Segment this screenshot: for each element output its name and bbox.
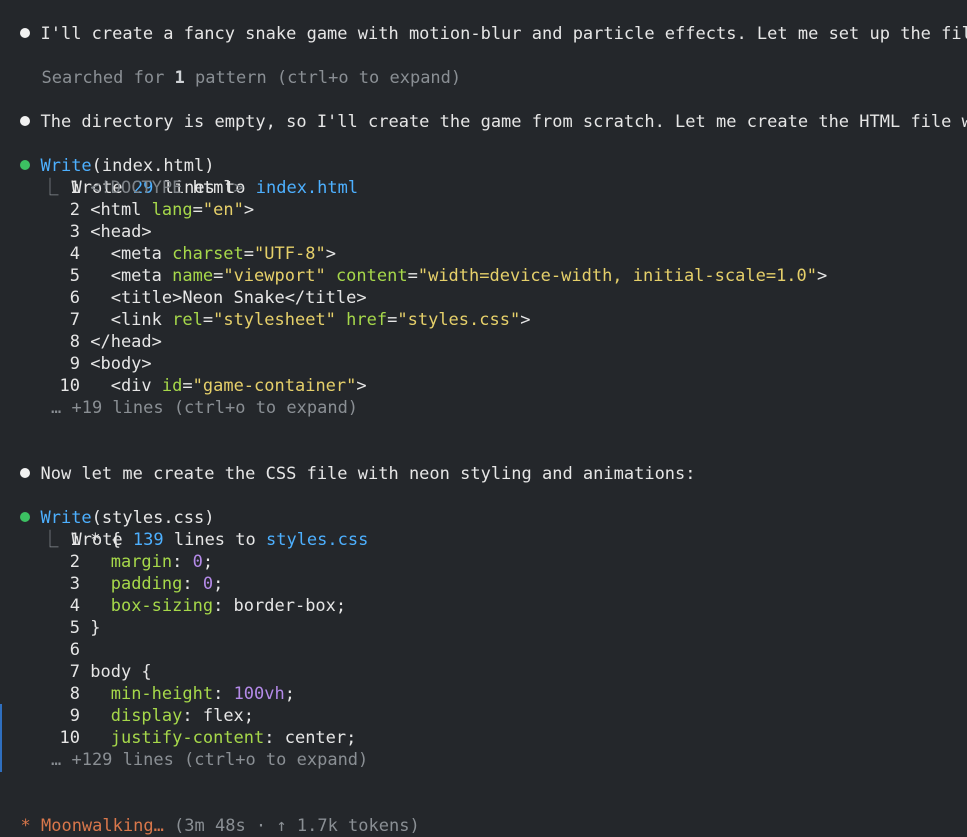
result-file: styles.css: [265, 530, 369, 550]
code-line: 9 <body>: [69, 354, 152, 374]
search-prefix: Searched for: [41, 68, 175, 88]
result-file: index.html: [255, 178, 359, 198]
spinner-icon: *: [20, 816, 31, 836]
code-line: 2 <html lang="en">: [69, 200, 255, 220]
search-count: 1: [174, 68, 185, 88]
assistant-message-2: The directory is empty, so I'll create t…: [0, 89, 967, 132]
expand-more-lines[interactable]: … +19 lines (ctrl+o to expand): [51, 397, 358, 419]
code-line: 4 <meta charset="UTF-8">: [69, 244, 336, 264]
code-line: 1 * {: [69, 530, 121, 550]
code-line: 7 <link rel="stylesheet" href="styles.cs…: [69, 310, 531, 330]
code-line: 8 </head>: [69, 332, 162, 352]
assistant-message-3: Now let me create the CSS file with neon…: [0, 441, 696, 484]
message-text: Now let me create the CSS file with neon…: [40, 464, 696, 484]
tool-result: ⎿ Wrote 139 lines to styles.css: [21, 507, 368, 550]
status-line: * Moonwalking… (3m 48s · ↑ 1.7k tokens): [0, 793, 419, 836]
message-bullet-icon: [20, 28, 31, 38]
status-detail: (3m 48s · ↑ 1.7k tokens): [163, 816, 420, 836]
tool-result: ⎿ Wrote 29 lines to index.html: [21, 155, 358, 198]
code-line: 10 <div id="game-container">: [59, 376, 367, 396]
code-line: 8 min-height: 100vh;: [69, 684, 295, 704]
code-line: 6 <title>Neon Snake</title>: [69, 288, 367, 308]
assistant-message-1: I'll create a fancy snake game with moti…: [0, 1, 967, 44]
result-mid: lines to: [163, 530, 266, 550]
status-label: Moonwalking…: [40, 816, 164, 836]
expand-more-lines[interactable]: … +129 lines (ctrl+o to expand): [51, 749, 368, 771]
search-suffix: pattern (ctrl+o to expand): [184, 68, 462, 88]
message-bullet-icon: [20, 468, 31, 478]
code-line: 1 <!DOCTYPE html>: [69, 178, 244, 198]
code-line: 3 padding: 0;: [69, 574, 224, 594]
selection-gutter-bar: [0, 704, 2, 772]
code-line: 3 <head>: [69, 222, 152, 242]
code-line: 5 }: [69, 618, 101, 638]
message-bullet-icon: [20, 116, 31, 126]
message-text: The directory is empty, so I'll create t…: [40, 112, 967, 132]
code-line: 6: [69, 640, 80, 660]
code-line: 4 box-sizing: border-box;: [69, 596, 347, 616]
tool-call-write-styles[interactable]: Write(styles.css): [0, 485, 215, 528]
result-count: 139: [132, 530, 164, 550]
code-line: 2 margin: 0;: [69, 552, 214, 572]
message-text: I'll create a fancy snake game with moti…: [40, 24, 967, 44]
code-line: 10 justify-content: center;: [59, 728, 357, 748]
tool-call-write-index[interactable]: Write(index.html): [0, 133, 215, 176]
search-summary[interactable]: Searched for 1 pattern (ctrl+o to expand…: [21, 45, 461, 88]
code-line: 5 <meta name="viewport" content="width=d…: [69, 266, 828, 286]
code-line: 9 display: flex;: [69, 706, 255, 726]
code-line: 7 body {: [69, 662, 152, 682]
